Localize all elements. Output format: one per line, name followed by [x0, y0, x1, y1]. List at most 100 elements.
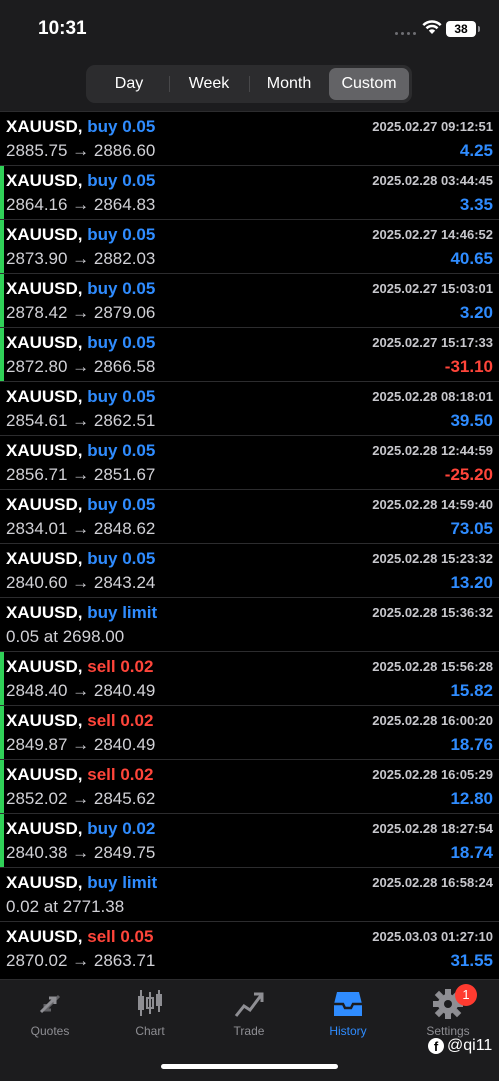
trade-symbol: XAUUSD, sell 0.05 — [6, 927, 153, 947]
trade-time: 2025.02.28 16:05:29 — [372, 767, 493, 782]
trade-time: 2025.03.03 01:27:10 — [372, 929, 493, 944]
trade-symbol: XAUUSD, buy 0.05 — [6, 495, 155, 515]
trade-row[interactable]: XAUUSD, buy 0.05 2025.02.27 15:03:01 2878.… — [0, 273, 499, 327]
trade-profit: 3.35 — [459, 195, 493, 214]
trade-symbol: XAUUSD, buy 0.05 — [6, 441, 155, 461]
trade-time: 2025.02.28 14:59:40 — [372, 497, 493, 512]
trade-side: buy 0.05 — [87, 279, 156, 298]
trade-symbol: XAUUSD, sell 0.02 — [6, 711, 153, 731]
trade-side: buy 0.05 — [87, 171, 156, 190]
symbol-text: XAUUSD, — [6, 765, 83, 784]
trade-row[interactable]: XAUUSD, buy 0.05 2025.02.28 14:59:40 2834.… — [0, 489, 499, 543]
trade-time: 2025.02.27 14:46:52 — [372, 227, 493, 242]
period-selector-bar: Day Week Month Custom — [0, 60, 499, 111]
trade-symbol: XAUUSD, buy 0.05 — [6, 171, 155, 191]
trade-row[interactable]: XAUUSD, buy 0.05 2025.02.27 09:12:51 2885.… — [0, 111, 499, 165]
trade-profit: 3.20 — [459, 303, 493, 322]
trade-prices: 2864.16 → 2864.83 — [6, 195, 156, 214]
trade-row[interactable]: XAUUSD, buy 0.05 2025.02.28 15:23:32 2840.… — [0, 543, 499, 597]
trade-row[interactable]: XAUUSD, buy limit 2025.02.28 15:36:32 0.05… — [0, 597, 499, 651]
wifi-icon — [422, 20, 442, 34]
trade-prices: 2840.60 → 2843.24 — [6, 573, 156, 592]
trade-symbol: XAUUSD, buy 0.05 — [6, 225, 155, 245]
trade-row[interactable]: XAUUSD, buy 0.05 2025.02.28 08:18:01 2854.… — [0, 381, 499, 435]
trade-row[interactable]: XAUUSD, buy 0.05 2025.02.27 15:17:33 2872.… — [0, 327, 499, 381]
trade-prices: 2852.02 → 2845.62 — [6, 789, 156, 808]
trade-row[interactable]: XAUUSD, sell 0.02 2025.02.28 15:56:28 2848… — [0, 651, 499, 705]
symbol-text: XAUUSD, — [6, 171, 83, 190]
period-segmented-control: Day Week Month Custom — [86, 65, 412, 103]
status-time: 10:31 — [38, 18, 87, 39]
chart-icon — [138, 990, 162, 1016]
trade-row[interactable]: XAUUSD, sell 0.02 2025.02.28 16:00:20 2849… — [0, 705, 499, 759]
trade-row[interactable]: XAUUSD, buy limit 2025.02.28 16:58:24 0.02… — [0, 867, 499, 921]
trade-time: 2025.02.28 15:56:28 — [372, 659, 493, 674]
trade-row[interactable]: XAUUSD, sell 0.02 2025.02.28 16:05:29 2852… — [0, 759, 499, 813]
symbol-text: XAUUSD, — [6, 549, 83, 568]
tab-history-label: History — [329, 1024, 367, 1038]
period-custom[interactable]: Custom — [329, 68, 409, 100]
tab-history[interactable]: History — [308, 988, 388, 1038]
tab-trade[interactable]: Trade — [209, 988, 289, 1038]
tab-chart[interactable]: Chart — [110, 988, 190, 1038]
trade-side: buy limit — [87, 603, 158, 622]
trade-time: 2025.02.28 03:44:45 — [372, 173, 493, 188]
trade-row[interactable]: XAUUSD, buy 0.02 2025.02.28 18:27:54 2840.… — [0, 813, 499, 867]
trade-time: 2025.02.28 15:23:32 — [372, 551, 493, 566]
trade-row[interactable]: XAUUSD, sell 0.05 2025.03.03 01:27:10 2870… — [0, 921, 499, 975]
trade-side: buy 0.05 — [87, 495, 156, 514]
trade-prices: 2873.90 → 2882.03 — [6, 249, 156, 268]
trade-profit: 18.76 — [450, 735, 493, 754]
symbol-text: XAUUSD, — [6, 495, 83, 514]
trade-side: buy 0.05 — [87, 117, 156, 136]
trade-side: sell 0.05 — [87, 927, 154, 946]
trade-prices: 2840.38 → 2849.75 — [6, 843, 156, 862]
symbol-text: XAUUSD, — [6, 927, 83, 946]
quotes-icon — [39, 994, 61, 1014]
trade-side: buy limit — [87, 873, 158, 892]
period-day[interactable]: Day — [89, 68, 169, 100]
settings-badge: 1 — [455, 984, 477, 1006]
tab-quotes[interactable]: Quotes — [10, 988, 90, 1038]
tab-chart-label: Chart — [135, 1024, 165, 1038]
trade-time: 2025.02.28 16:58:24 — [372, 875, 493, 890]
watermark: f @qi11 — [428, 1037, 492, 1055]
trade-symbol: XAUUSD, buy limit — [6, 603, 157, 623]
trade-profit: 4.25 — [459, 141, 493, 160]
trade-time: 2025.02.28 15:36:32 — [372, 605, 493, 620]
facebook-icon: f — [428, 1038, 444, 1054]
trade-profit: -31.10 — [444, 357, 493, 376]
trade-side: sell 0.02 — [87, 711, 154, 730]
trade-prices: 2848.40 → 2840.49 — [6, 681, 156, 700]
trade-row[interactable]: XAUUSD, buy 0.05 2025.02.28 12:44:59 2856.… — [0, 435, 499, 489]
trade-side: sell 0.02 — [87, 765, 154, 784]
watermark-handle: @qi11 — [447, 1037, 493, 1054]
tab-settings[interactable]: 1 Settings — [408, 984, 488, 1038]
trade-row[interactable]: XAUUSD, buy 0.05 2025.02.27 14:46:52 2873.… — [0, 219, 499, 273]
trade-time: 2025.02.28 12:44:59 — [372, 443, 493, 458]
trade-prices: 2885.75 → 2886.60 — [6, 141, 156, 160]
tab-settings-label: Settings — [426, 1024, 470, 1038]
history-icon — [334, 992, 362, 1016]
trade-side: buy 0.05 — [87, 333, 156, 352]
tab-quotes-label: Quotes — [30, 1024, 70, 1038]
trade-prices: 2834.01 → 2848.62 — [6, 519, 156, 538]
trade-side: buy 0.05 — [87, 441, 156, 460]
period-month[interactable]: Month — [249, 68, 329, 100]
trade-row[interactable]: XAUUSD, buy 0.05 2025.02.28 03:44:45 2864.… — [0, 165, 499, 219]
trade-symbol: XAUUSD, sell 0.02 — [6, 657, 153, 677]
symbol-text: XAUUSD, — [6, 441, 83, 460]
trade-profit: -25.20 — [444, 465, 493, 484]
trade-time: 2025.02.28 08:18:01 — [372, 389, 493, 404]
period-week[interactable]: Week — [169, 68, 249, 100]
trade-symbol: XAUUSD, buy 0.05 — [6, 549, 155, 569]
battery-icon: 38 — [446, 21, 480, 37]
trade-prices: 0.05 at 2698.00 — [6, 627, 125, 646]
trade-prices: 2878.42 → 2879.06 — [6, 303, 156, 322]
trade-icon — [234, 992, 264, 1017]
symbol-text: XAUUSD, — [6, 333, 83, 352]
trade-profit: 73.05 — [450, 519, 493, 538]
trade-time: 2025.02.28 16:00:20 — [372, 713, 493, 728]
history-list: XAUUSD, buy 0.05 2025.02.27 09:12:51 2885.… — [0, 111, 499, 975]
trade-prices: 2854.61 → 2862.51 — [6, 411, 156, 430]
